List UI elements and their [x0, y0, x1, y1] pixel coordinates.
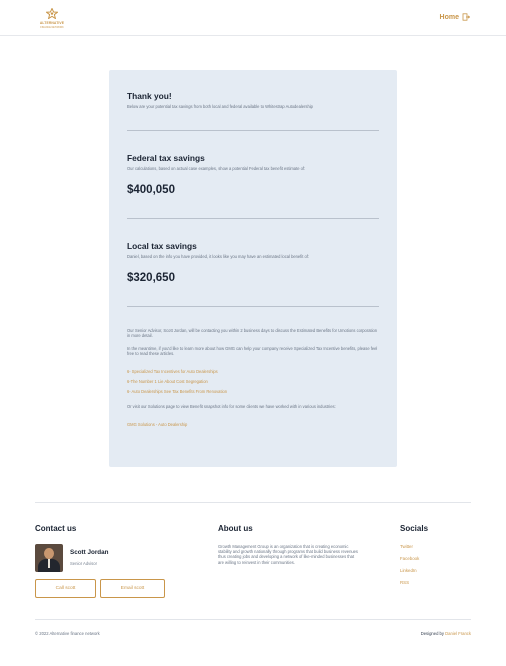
designer-credit: Designed by Daniel Franck: [421, 631, 471, 636]
footer-divider: [35, 502, 471, 503]
call-button[interactable]: Call scott: [35, 579, 96, 598]
social-link-twitter[interactable]: Twitter: [400, 544, 413, 549]
federal-amount: $400,050: [127, 184, 175, 196]
exit-door-icon: [462, 13, 470, 21]
solutions-paragraph: Or visit our Solutions page to view Bene…: [127, 404, 336, 409]
advisor-paragraph: Our Senior Advisor, Scott Jordan, will b…: [127, 328, 378, 339]
article-link-3[interactable]: 6- Auto Dealerships See Tax Benefits Fro…: [127, 389, 227, 394]
email-button[interactable]: Email scott: [100, 579, 165, 598]
avatar-shirt: [48, 559, 50, 568]
divider: [127, 130, 379, 131]
federal-heading: Federal tax savings: [127, 153, 205, 163]
about-heading: About us: [218, 524, 253, 533]
thank-you-subtitle: Below are your potential tax savings fro…: [127, 104, 313, 109]
social-link-linkedin[interactable]: LinkedIn: [400, 568, 417, 573]
designed-by-label: Designed by: [420, 631, 446, 636]
socials-heading: Socials: [400, 524, 429, 533]
copyright-text: © 2022 Alternative finance network: [35, 631, 100, 636]
top-navigation-bar: ALTERNATIVE FINANCE NETWORK Home: [0, 0, 506, 36]
local-heading: Local tax savings: [127, 241, 197, 251]
contact-heading: Contact us: [35, 524, 77, 533]
advisor-role: Senior Advisor: [70, 561, 97, 566]
home-label: Home: [439, 13, 459, 21]
logo-icon: [46, 8, 58, 19]
about-text: Growth Management Group is an organizati…: [218, 544, 358, 565]
solutions-link[interactable]: GMG Solutions - Auto Dealership: [127, 422, 187, 427]
brand-logo[interactable]: ALTERNATIVE FINANCE NETWORK: [36, 8, 68, 30]
local-amount: $320,650: [127, 272, 175, 284]
avatar-head: [44, 548, 54, 559]
thank-you-heading: Thank you!: [127, 91, 172, 101]
social-link-rss[interactable]: RSS: [400, 580, 409, 585]
article-link-2[interactable]: 6-The Number 1 Lie About Cost Segregatio…: [127, 379, 208, 384]
tax-savings-card: Thank you! Below are your potential tax …: [109, 70, 397, 467]
footer-bottom-divider: [35, 619, 471, 620]
divider: [127, 218, 379, 219]
social-link-facebook[interactable]: Facebook: [400, 556, 419, 561]
local-subtitle: Daniel, based on the info you have provi…: [127, 254, 310, 259]
designer-link[interactable]: Daniel Franck: [445, 631, 471, 636]
divider: [127, 306, 379, 307]
article-link-1[interactable]: 6- Specialized Tax Incentives for Auto D…: [127, 369, 218, 374]
meantime-paragraph: In the meantime, if you'd like to learn …: [127, 346, 378, 357]
logo-wordmark: ALTERNATIVE: [39, 21, 65, 25]
avatar: [35, 544, 63, 572]
federal-subtitle: Our calculations, based on actual case e…: [127, 166, 306, 171]
home-link[interactable]: Home: [440, 13, 470, 21]
logo-tagline: FINANCE NETWORK: [40, 25, 64, 29]
advisor-name: Scott Jordan: [70, 549, 109, 556]
